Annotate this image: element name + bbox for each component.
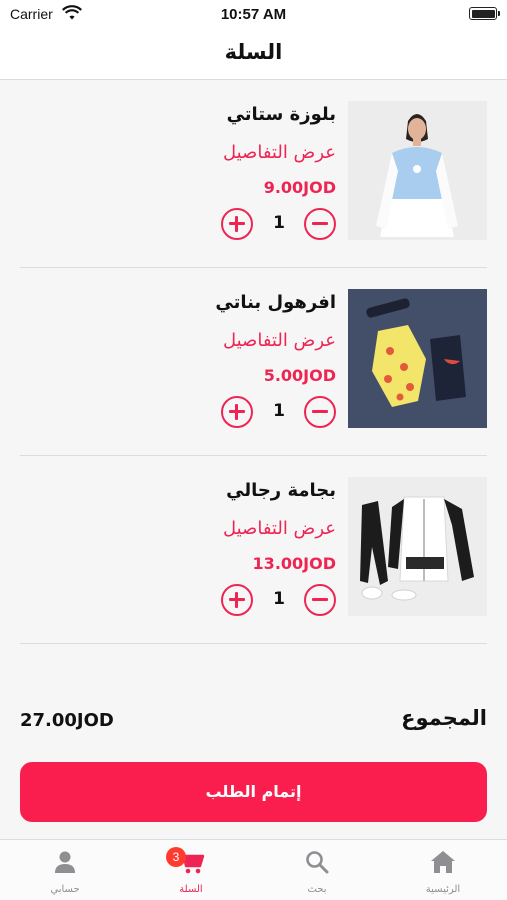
cart-item: افرهول بناتي عرض التفاصيل 5.00JOD 1 — [20, 268, 487, 456]
product-price: 13.00JOD — [252, 554, 336, 573]
tab-search[interactable]: بحث — [254, 840, 380, 900]
tab-home-label: الرئيسية — [425, 884, 461, 895]
tab-cart[interactable]: 3 السلة — [128, 840, 254, 900]
tab-home[interactable]: الرئيسية — [380, 840, 506, 900]
product-image-pajama[interactable] — [348, 477, 487, 616]
nav-bar: السلة — [0, 30, 507, 80]
view-details-link[interactable]: عرض التفاصيل — [223, 518, 336, 539]
battery-icon — [469, 7, 500, 20]
decrease-quantity-button[interactable] — [304, 208, 336, 240]
increase-quantity-button[interactable] — [221, 208, 253, 240]
view-details-link[interactable]: عرض التفاصيل — [223, 142, 336, 163]
cart-item: بجامة رجالي عرض التفاصيل 13.00JOD 1 — [20, 456, 487, 644]
search-icon — [303, 848, 331, 876]
tab-account[interactable]: حسابي — [2, 840, 128, 900]
product-name: بجامة رجالي — [226, 480, 336, 501]
clock: 10:57 AM — [220, 6, 287, 23]
quantity-value: 1 — [273, 401, 285, 421]
increase-quantity-button[interactable] — [221, 584, 253, 616]
product-price: 9.00JOD — [263, 178, 336, 197]
minus-icon — [312, 598, 328, 601]
product-name: بلوزة ستاتي — [226, 104, 336, 125]
decrease-quantity-button[interactable] — [304, 396, 336, 428]
product-price: 5.00JOD — [263, 366, 336, 385]
cart-item: بلوزة ستاتي عرض التفاصيل 9.00JOD 1 — [20, 80, 487, 268]
total-value: 27.00JOD — [20, 710, 114, 731]
product-image-blouse[interactable] — [348, 101, 487, 240]
product-name: افرهول بناتي — [215, 292, 336, 313]
home-icon — [429, 848, 457, 876]
page-title: السلة — [224, 40, 283, 64]
increase-quantity-button[interactable] — [221, 396, 253, 428]
minus-icon — [312, 410, 328, 413]
tab-cart-label: السلة — [179, 884, 203, 895]
decrease-quantity-button[interactable] — [304, 584, 336, 616]
quantity-value: 1 — [273, 589, 285, 609]
person-icon — [51, 848, 79, 876]
status-bar: Carrier 10:57 AM — [0, 0, 507, 30]
view-details-link[interactable]: عرض التفاصيل — [223, 330, 336, 351]
product-image-overall[interactable] — [348, 289, 487, 428]
checkout-button[interactable]: إتمام الطلب — [20, 762, 487, 822]
total-label: المجموع — [401, 706, 487, 730]
tab-bar: حسابي 3 السلة بحث الرئيسية — [0, 839, 507, 900]
tab-account-label: حسابي — [50, 884, 80, 895]
tab-search-label: بحث — [307, 884, 327, 895]
cart-count-badge: 3 — [166, 847, 186, 867]
minus-icon — [312, 222, 328, 225]
quantity-value: 1 — [273, 213, 285, 233]
